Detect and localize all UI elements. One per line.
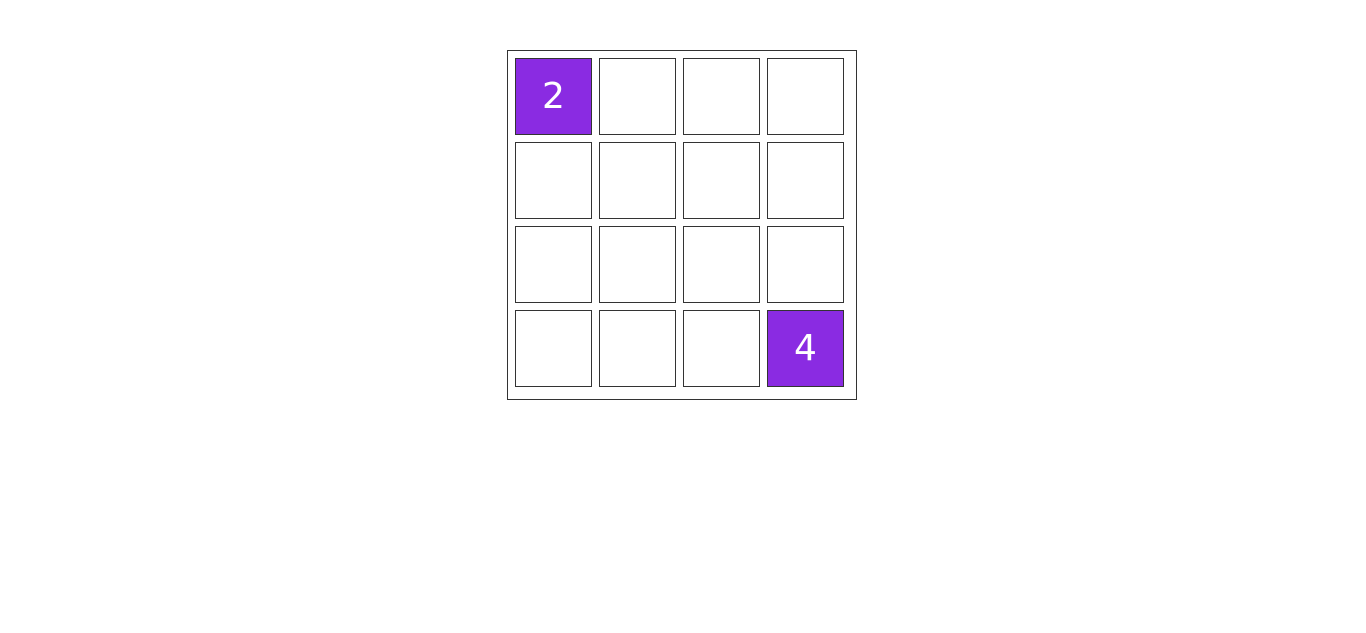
tile-r1-c4 (767, 58, 844, 135)
tile-r2-c2 (599, 142, 676, 219)
tile-r2-c3 (683, 142, 760, 219)
tile-r3-c1 (515, 226, 592, 303)
tile-r2-c1 (515, 142, 592, 219)
tile-r4-c1 (515, 310, 592, 387)
tile-r2-c4 (767, 142, 844, 219)
tile-r4-c2 (599, 310, 676, 387)
tile-r4-c4: 4 (767, 310, 844, 387)
tile-r1-c1: 2 (515, 58, 592, 135)
tile-r3-c2 (599, 226, 676, 303)
game-board: 24 (507, 50, 857, 400)
tile-r1-c3 (683, 58, 760, 135)
tile-r1-c2 (599, 58, 676, 135)
tile-r4-c3 (683, 310, 760, 387)
tile-r3-c4 (767, 226, 844, 303)
tile-r3-c3 (683, 226, 760, 303)
